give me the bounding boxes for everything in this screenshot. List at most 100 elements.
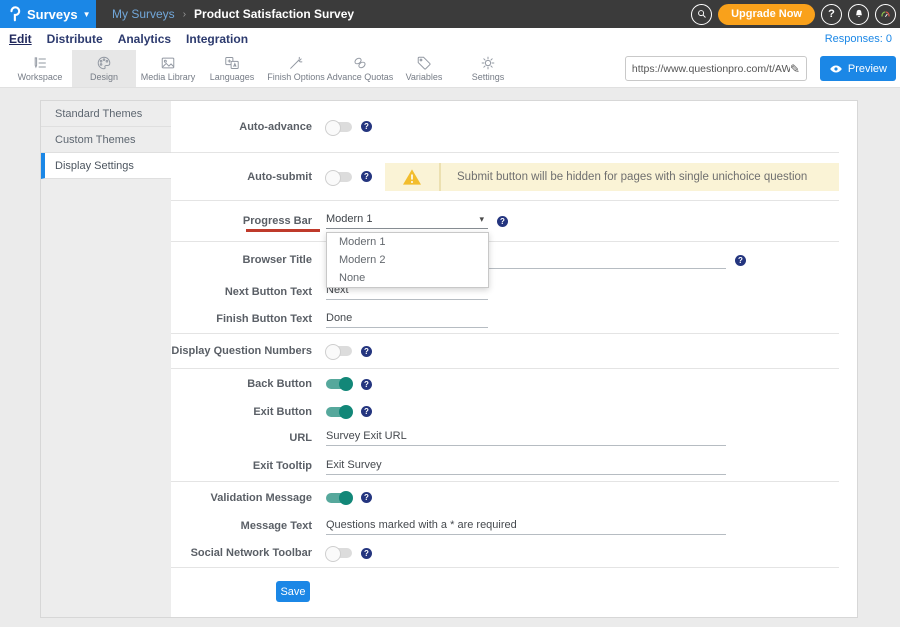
exit-tooltip-row: Exit Tooltip xyxy=(171,451,839,482)
tag-icon xyxy=(416,55,432,71)
edit-url-pencil-icon[interactable]: ✎ xyxy=(790,62,800,76)
design-toolbar: Workspace Design Media Library xyxy=(0,50,900,88)
toolbar-item-variables[interactable]: Variables xyxy=(392,50,456,87)
chain-links-icon xyxy=(352,55,368,71)
message-text-input[interactable] xyxy=(326,518,726,535)
help-icon[interactable]: ? xyxy=(361,171,372,182)
chevron-down-icon: ▼ xyxy=(83,10,91,19)
annotation-underline xyxy=(246,229,320,232)
help-icon[interactable]: ? xyxy=(361,121,372,132)
breadcrumb-parent-link[interactable]: My Surveys xyxy=(112,7,175,21)
toolbar-item-label: Advance Quotas xyxy=(327,72,394,82)
toolbar-item-label: Media Library xyxy=(141,72,196,82)
toolbar-item-label: Finish Options xyxy=(267,72,325,82)
notifications-button[interactable] xyxy=(848,4,869,25)
usage-gauge-icon xyxy=(879,8,892,21)
social-network-toolbar-row: Social Network Toolbar ? xyxy=(171,539,839,568)
help-icon[interactable]: ? xyxy=(497,216,508,227)
exit-url-label: URL xyxy=(171,432,312,444)
sidebar-item-custom-themes[interactable]: Custom Themes xyxy=(41,127,171,153)
display-settings-panel: Standard Themes Custom Themes Display Se… xyxy=(40,100,858,618)
toolbar-item-label: Workspace xyxy=(18,72,63,82)
responses-count[interactable]: Responses: 0 xyxy=(825,33,892,45)
display-question-numbers-row: Display Question Numbers ? xyxy=(171,334,839,369)
help-button[interactable]: ? xyxy=(821,4,842,25)
progress-bar-dropdown: Modern 1 Modern 2 None xyxy=(326,232,489,288)
social-network-toolbar-toggle[interactable] xyxy=(326,548,352,558)
exit-button-toggle[interactable] xyxy=(326,407,352,417)
next-button-text-label: Next Button Text xyxy=(171,286,312,298)
display-question-numbers-label: Display Question Numbers xyxy=(171,345,312,357)
help-icon[interactable]: ? xyxy=(361,492,372,503)
questionpro-logo-icon xyxy=(8,5,22,23)
toolbar-item-finish-options[interactable]: Finish Options xyxy=(264,50,328,87)
usage-meter-button[interactable] xyxy=(875,4,896,25)
sidebar-item-standard-themes[interactable]: Standard Themes xyxy=(41,101,171,127)
auto-advance-label: Auto-advance xyxy=(171,121,312,133)
toolbar-item-label: Settings xyxy=(472,72,505,82)
toolbar-item-settings[interactable]: Settings xyxy=(456,50,520,87)
toolbar-item-workspace[interactable]: Workspace xyxy=(8,50,72,87)
help-icon[interactable]: ? xyxy=(361,379,372,390)
surveys-product-menu[interactable]: Surveys ▼ xyxy=(0,0,96,28)
finish-button-text-input[interactable] xyxy=(326,311,488,328)
chevron-down-icon: ▾ xyxy=(479,214,484,225)
survey-url-box: ✎ xyxy=(625,56,807,81)
exit-url-input[interactable] xyxy=(326,429,726,446)
help-icon[interactable]: ? xyxy=(735,255,746,266)
tab-distribute[interactable]: Distribute xyxy=(47,32,103,46)
validation-message-toggle[interactable] xyxy=(326,493,352,503)
breadcrumb-separator: › xyxy=(183,9,186,20)
search-icon xyxy=(696,8,708,20)
display-question-numbers-toggle[interactable] xyxy=(326,346,352,356)
progress-bar-select[interactable]: Modern 1 ▾ xyxy=(326,213,488,229)
dropdown-option-modern-2[interactable]: Modern 2 xyxy=(327,251,488,269)
back-button-toggle[interactable] xyxy=(326,379,352,389)
back-button-row: Back Button ? xyxy=(171,369,839,399)
settings-form: Auto-advance ? Auto-submit ? xyxy=(171,101,857,617)
help-icon[interactable]: ? xyxy=(361,346,372,357)
help-icon[interactable]: ? xyxy=(361,406,372,417)
progress-bar-selected-value: Modern 1 xyxy=(326,213,372,225)
tab-integration[interactable]: Integration xyxy=(186,32,248,46)
message-text-row: Message Text xyxy=(171,513,839,539)
page-title: Product Satisfaction Survey xyxy=(194,7,354,21)
sidebar-item-display-settings[interactable]: Display Settings xyxy=(41,153,171,179)
toolbar-item-media-library[interactable]: Media Library xyxy=(136,50,200,87)
toolbar-item-advance-quotas[interactable]: Advance Quotas xyxy=(328,50,392,87)
dropdown-option-none[interactable]: None xyxy=(327,269,488,287)
upgrade-now-button[interactable]: Upgrade Now xyxy=(718,4,815,25)
auto-submit-row: Auto-submit ? Submit button will be hidd xyxy=(171,153,839,201)
toolbar-right: ✎ Preview xyxy=(625,50,900,87)
gear-icon xyxy=(480,55,496,71)
validation-message-label: Validation Message xyxy=(171,492,312,504)
toolbar-item-languages[interactable]: Languages xyxy=(200,50,264,87)
auto-advance-toggle[interactable] xyxy=(326,122,352,132)
save-button[interactable]: Save xyxy=(276,581,310,602)
help-icon[interactable]: ? xyxy=(361,548,372,559)
palette-icon xyxy=(96,55,112,71)
browser-title-row: Browser Title ? xyxy=(171,242,839,278)
survey-url-input[interactable] xyxy=(632,63,790,75)
preview-button-label: Preview xyxy=(848,63,887,75)
tab-analytics[interactable]: Analytics xyxy=(118,32,171,46)
message-text-label: Message Text xyxy=(171,520,312,532)
exit-button-row: Exit Button ? xyxy=(171,399,839,424)
exit-tooltip-label: Exit Tooltip xyxy=(171,460,312,472)
social-network-toolbar-label: Social Network Toolbar xyxy=(171,547,312,559)
toolbar-item-label: Variables xyxy=(406,72,443,82)
tab-edit[interactable]: Edit xyxy=(9,32,32,46)
auto-submit-warning: Submit button will be hidden for pages w… xyxy=(385,163,839,191)
search-button[interactable] xyxy=(691,4,712,25)
auto-advance-row: Auto-advance ? xyxy=(171,101,839,153)
toolbar-item-design[interactable]: Design xyxy=(72,50,136,87)
toolbar-item-label: Design xyxy=(90,72,118,82)
workspace-list-icon xyxy=(32,55,48,71)
exit-tooltip-input[interactable] xyxy=(326,458,726,475)
magic-wand-icon xyxy=(288,55,304,71)
preview-button[interactable]: Preview xyxy=(820,56,896,81)
auto-submit-toggle[interactable] xyxy=(326,172,352,182)
eye-icon xyxy=(829,64,843,74)
bell-icon xyxy=(853,8,865,20)
dropdown-option-modern-1[interactable]: Modern 1 xyxy=(327,233,488,251)
